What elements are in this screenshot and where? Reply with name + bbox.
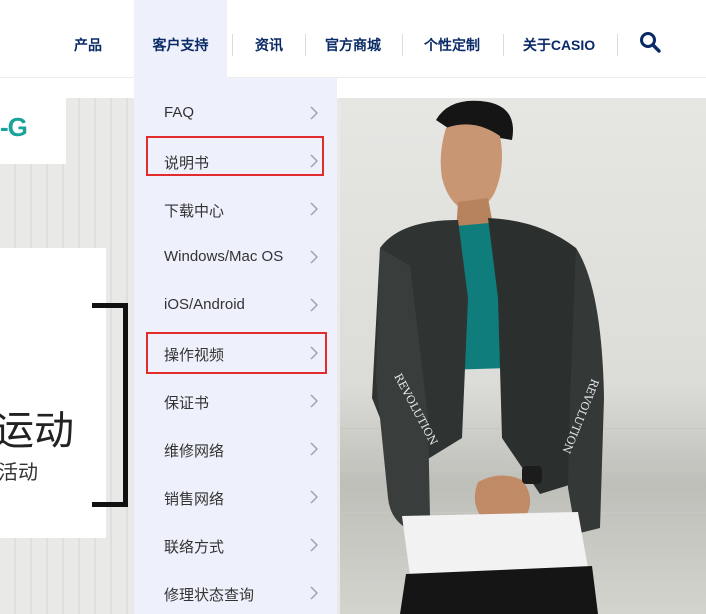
- support-menu-item-sales-network[interactable]: 销售网络: [134, 474, 337, 522]
- model-photo: REVOLUTION REVOLUTION: [372, 100, 604, 614]
- nav-item-customization[interactable]: 个性定制: [410, 0, 494, 78]
- chevron-right-icon: [310, 250, 318, 264]
- menu-item-label: 说明书: [164, 155, 210, 172]
- search-icon[interactable]: [638, 30, 662, 54]
- chevron-right-icon: [310, 394, 318, 408]
- brand-logo-box[interactable]: -G: [0, 98, 66, 164]
- support-menu-item-downloads[interactable]: 下载中心: [134, 186, 337, 234]
- menu-item-label: 销售网络: [164, 491, 225, 508]
- chevron-right-icon: [310, 490, 318, 504]
- support-menu-item-operation-videos[interactable]: 操作视频: [134, 330, 337, 378]
- nav-separator: [305, 34, 306, 56]
- brand-logo: -G: [0, 112, 28, 142]
- support-menu-item-repair-status[interactable]: 修理状态查询: [134, 570, 337, 614]
- nav-item-about-casio[interactable]: 关于CASIO: [510, 0, 608, 78]
- nav-item-official-store[interactable]: 官方商城: [312, 0, 394, 78]
- support-menu-item-ios-android[interactable]: iOS/Android: [134, 282, 337, 330]
- hero-banner[interactable]: -G 运动 活动 REVOLUTION REVOLUTION: [0, 98, 706, 614]
- support-menu-item-windows-mac[interactable]: Windows/Mac OS: [134, 234, 337, 282]
- support-menu-item-repair-network[interactable]: 维修网络: [134, 426, 337, 474]
- nav-separator: [617, 34, 618, 56]
- chevron-right-icon: [310, 538, 318, 552]
- menu-item-label: Windows/Mac OS: [164, 248, 284, 265]
- menu-item-label: 操作视频: [164, 347, 225, 364]
- support-menu-item-faq[interactable]: FAQ: [134, 90, 337, 138]
- top-navigation: 产品 客户支持 资讯 官方商城 个性定制 关于CASIO: [0, 0, 706, 78]
- menu-item-label: 下载中心: [164, 203, 225, 220]
- menu-item-label: 修理状态查询: [164, 587, 255, 604]
- promo-bracket: [92, 303, 128, 507]
- nav-item-support[interactable]: 客户支持: [134, 0, 227, 78]
- chevron-right-icon: [310, 106, 318, 120]
- support-menu-item-warranty[interactable]: 保证书: [134, 378, 337, 426]
- menu-item-label: FAQ: [164, 104, 195, 121]
- chevron-right-icon: [310, 154, 318, 168]
- promo-headline: 运动: [0, 409, 74, 453]
- menu-item-label: 保证书: [164, 395, 210, 412]
- nav-separator: [402, 34, 403, 56]
- menu-item-label: 维修网络: [164, 443, 225, 460]
- promo-card: 运动 活动: [0, 248, 106, 538]
- chevron-right-icon: [310, 202, 318, 216]
- promo-subline: 活动: [0, 462, 38, 484]
- support-menu-item-manuals[interactable]: 说明书: [134, 138, 337, 186]
- nav-item-news[interactable]: 资讯: [240, 0, 298, 78]
- chevron-right-icon: [310, 586, 318, 600]
- nav-separator: [503, 34, 504, 56]
- support-dropdown-menu: FAQ 说明书 下载中心 Windows/Mac OS iOS/Android …: [134, 78, 337, 614]
- nav-separator: [232, 34, 233, 56]
- chevron-right-icon: [310, 346, 318, 360]
- menu-item-label: 联络方式: [164, 539, 225, 556]
- menu-item-label: iOS/Android: [164, 296, 245, 313]
- support-menu-item-contact[interactable]: 联络方式: [134, 522, 337, 570]
- nav-item-products[interactable]: 产品: [58, 0, 118, 78]
- chevron-right-icon: [310, 442, 318, 456]
- chevron-right-icon: [310, 298, 318, 312]
